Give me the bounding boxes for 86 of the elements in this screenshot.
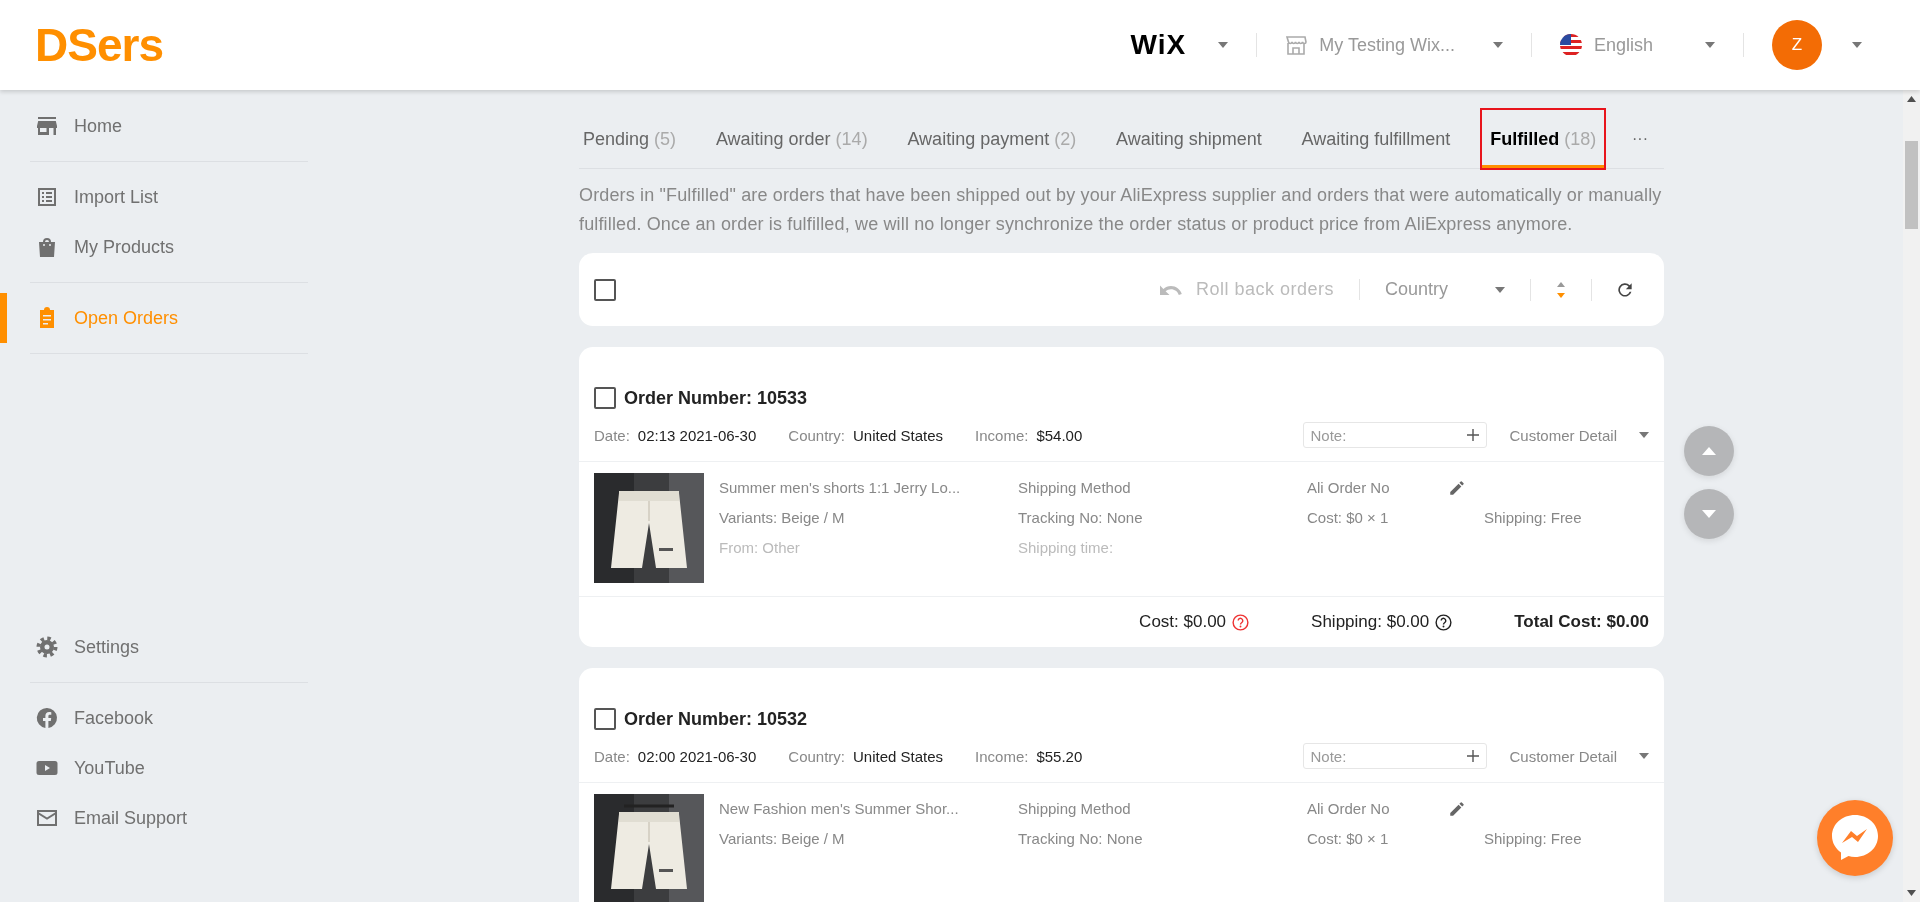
order-country: United States	[853, 426, 944, 444]
settings-icon	[35, 635, 59, 659]
checkbox[interactable]	[594, 278, 616, 301]
scrollbar-thumb[interactable]	[1905, 141, 1918, 229]
store-selector[interactable]: My Testing Wix...	[1319, 34, 1455, 56]
grand-total: Total Cost: $0.00	[1514, 612, 1649, 632]
arrow-up-icon	[1702, 447, 1716, 455]
caret-icon	[1218, 42, 1229, 48]
note-field[interactable]: Note:	[1303, 422, 1488, 448]
income-label: Income:	[975, 747, 1029, 765]
platform-logo: WiX	[1130, 29, 1187, 61]
country-select[interactable]: Country	[1360, 278, 1531, 301]
tracking-number: Tracking No: None	[1018, 508, 1144, 528]
shipping-time: Shipping time:	[1018, 538, 1115, 558]
shipping-method: Shipping Method	[1018, 478, 1132, 498]
tab[interactable]: Awaiting shipment	[1108, 110, 1270, 168]
checkbox[interactable]	[594, 708, 616, 730]
logo[interactable]: DSers	[35, 18, 163, 72]
help-icon[interactable]	[1435, 613, 1453, 631]
ali-order-label: Ali Order No	[1307, 799, 1390, 819]
product-variants: Variants: Beige / M	[719, 508, 846, 528]
sidebar-item[interactable]: Email Support	[0, 793, 340, 843]
avatar[interactable]: Z	[1772, 20, 1822, 70]
income-label: Income:	[975, 426, 1029, 444]
sidebar-item[interactable]: Home	[0, 101, 340, 151]
order-number: Order Number: 10532	[624, 708, 808, 730]
plus-icon[interactable]	[1467, 750, 1480, 762]
order-income: $54.00	[1036, 426, 1083, 444]
order-date: 02:00 2021-06-30	[637, 747, 757, 765]
store-icon	[35, 114, 59, 138]
order-date: 02:13 2021-06-30	[637, 426, 757, 444]
tab-description: Orders in "Fulfilled" are orders that have been shipped out by your AliExpress supplier and orders that were automatically or manually fulfilled. Once an order is fulfilled, we will no longer synchronize the order status or product price from AliExpress anymore.	[579, 184, 1663, 236]
caret-icon	[1705, 42, 1715, 48]
checkbox[interactable]	[594, 387, 616, 409]
flag-icon	[1559, 34, 1582, 56]
product-source: From: Other	[719, 538, 801, 558]
caret-icon	[1495, 286, 1505, 293]
list-icon	[35, 185, 59, 209]
item-cost: Cost: $0 × 1	[1307, 829, 1390, 849]
sidebar-item[interactable]: Import List	[0, 172, 340, 222]
scroll-down-icon[interactable]	[1907, 890, 1916, 896]
sidebar-item[interactable]: My Products	[0, 222, 340, 272]
facebook-icon	[35, 706, 59, 730]
tab[interactable]: Pending (5)	[575, 110, 685, 168]
shipping-method: Shipping Method	[1018, 799, 1132, 819]
sidebar-item[interactable]: Facebook	[0, 693, 340, 743]
item-shipping: Shipping: Free	[1484, 508, 1583, 528]
order-income: $55.20	[1036, 747, 1083, 765]
sidebar-item[interactable]: YouTube	[0, 743, 340, 793]
store-icon	[1285, 35, 1308, 55]
caret-icon	[1852, 42, 1862, 48]
date-label: Date:	[594, 747, 630, 765]
country-label: Country:	[788, 747, 845, 765]
order-number: Order Number: 10533	[624, 387, 808, 409]
tab[interactable]: Awaiting payment (2)	[899, 110, 1085, 168]
caret-icon	[1639, 432, 1649, 438]
tracking-number: Tracking No: None	[1018, 829, 1144, 849]
tab[interactable]: Fulfilled (18)	[1482, 110, 1605, 168]
language-selector[interactable]: English	[1593, 34, 1653, 56]
product-variants: Variants: Beige / M	[719, 829, 846, 849]
more-tabs-button[interactable]: ···	[1631, 110, 1648, 168]
note-field[interactable]: Note:	[1303, 743, 1488, 769]
order-country: United States	[853, 747, 944, 765]
caret-icon	[1492, 42, 1503, 48]
sidebar-item[interactable]: Settings	[0, 622, 340, 672]
item-shipping: Shipping: Free	[1484, 829, 1583, 849]
ali-order-label: Ali Order No	[1307, 478, 1390, 498]
product-title[interactable]: Summer men's shorts 1:1 Jerry Lo...	[719, 477, 1018, 499]
chat-button[interactable]	[1817, 800, 1893, 876]
shipping-total: Shipping: $0.00	[1311, 612, 1430, 632]
pencil-icon[interactable]	[1448, 479, 1466, 497]
plus-icon[interactable]	[1467, 429, 1480, 441]
scroll-up-icon[interactable]	[1907, 96, 1916, 102]
cost-total: Cost: $0.00	[1139, 612, 1227, 632]
sort-icon[interactable]	[1556, 280, 1566, 299]
date-label: Date:	[594, 426, 630, 444]
tab[interactable]: Awaiting fulfillment	[1293, 110, 1459, 168]
customer-detail-toggle[interactable]: Customer Detail	[1509, 747, 1617, 765]
caret-icon	[1639, 753, 1649, 759]
product-title[interactable]: New Fashion men's Summer Shor...	[719, 798, 1018, 820]
item-cost: Cost: $0 × 1	[1307, 508, 1390, 528]
pencil-icon[interactable]	[1448, 800, 1466, 818]
country-label: Country:	[788, 426, 845, 444]
arrow-down-icon	[1702, 510, 1716, 518]
tab[interactable]: Awaiting order (14)	[707, 110, 876, 168]
customer-detail-toggle[interactable]: Customer Detail	[1509, 426, 1617, 444]
